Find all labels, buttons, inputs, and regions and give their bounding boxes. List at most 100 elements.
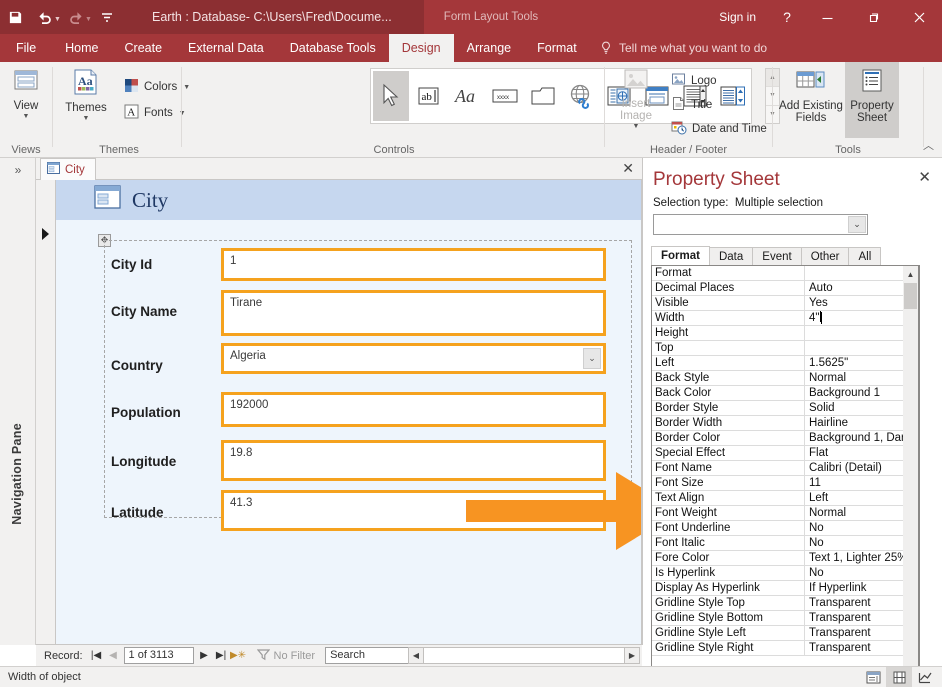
button-icon[interactable]: xxxx bbox=[487, 71, 523, 121]
select-pointer-icon[interactable] bbox=[373, 71, 409, 121]
property-value[interactable]: Left bbox=[805, 491, 919, 505]
title-button[interactable]: Title bbox=[668, 94, 715, 116]
tab-database-tools[interactable]: Database Tools bbox=[277, 34, 389, 62]
redo-dropdown-caret[interactable]: ▼ bbox=[85, 16, 92, 23]
property-row[interactable]: Text AlignLeft bbox=[652, 491, 919, 506]
property-row[interactable]: Font ItalicNo bbox=[652, 536, 919, 551]
property-value[interactable] bbox=[805, 341, 919, 355]
navigation-pane[interactable]: » Navigation Pane bbox=[0, 158, 36, 645]
property-row[interactable]: Font Size11 bbox=[652, 476, 919, 491]
property-row[interactable]: Gridline Style LeftTransparent bbox=[652, 626, 919, 641]
property-value[interactable]: Solid bbox=[805, 401, 919, 415]
property-sheet-button[interactable]: Property Sheet bbox=[845, 62, 899, 138]
ps-tab-format[interactable]: Format bbox=[651, 246, 710, 266]
field-input-longitude[interactable]: 19.8 bbox=[221, 440, 606, 481]
undo-dropdown-caret[interactable]: ▼ bbox=[54, 16, 61, 23]
horizontal-scrollbar[interactable]: ◀ ▶ bbox=[408, 647, 640, 664]
date-and-time-button[interactable]: Date and Time bbox=[668, 118, 770, 140]
design-view-icon[interactable] bbox=[912, 667, 938, 687]
property-row[interactable]: Border ColorBackground 1, Dark bbox=[652, 431, 919, 446]
property-row[interactable]: Is HyperlinkNo bbox=[652, 566, 919, 581]
scroll-right-icon[interactable]: ▶ bbox=[624, 647, 640, 664]
property-value[interactable]: No bbox=[805, 536, 919, 550]
tell-me-search[interactable]: Tell me what you want to do bbox=[600, 34, 767, 62]
property-value[interactable]: Flat bbox=[805, 446, 919, 460]
property-row[interactable]: Border WidthHairline bbox=[652, 416, 919, 431]
close-icon[interactable] bbox=[896, 0, 942, 34]
tab-external-data[interactable]: External Data bbox=[175, 34, 277, 62]
themes-button[interactable]: Aa Themes ▼ bbox=[58, 62, 114, 138]
property-row[interactable]: Gridline Style TopTransparent bbox=[652, 596, 919, 611]
sign-in-button[interactable]: Sign in bbox=[705, 0, 770, 34]
document-close-icon[interactable]: ✕ bbox=[622, 161, 634, 175]
themes-dropdown-caret[interactable]: ▼ bbox=[83, 115, 90, 122]
property-value[interactable]: If Hyperlink bbox=[805, 581, 919, 595]
property-row[interactable]: VisibleYes bbox=[652, 296, 919, 311]
property-row[interactable]: Left1.5625" bbox=[652, 356, 919, 371]
property-row[interactable]: Back ColorBackground 1 bbox=[652, 386, 919, 401]
property-row[interactable]: Font UnderlineNo bbox=[652, 521, 919, 536]
tab-create[interactable]: Create bbox=[112, 34, 176, 62]
tab-file[interactable]: File bbox=[0, 34, 52, 62]
property-value[interactable] bbox=[805, 326, 919, 340]
record-search-input[interactable]: Search bbox=[325, 647, 411, 664]
property-value[interactable]: No bbox=[805, 521, 919, 535]
restore-icon[interactable] bbox=[850, 0, 896, 34]
property-value[interactable]: Normal bbox=[805, 371, 919, 385]
property-row[interactable]: Width4" bbox=[652, 311, 919, 326]
text-box-icon[interactable]: ab bbox=[411, 71, 447, 121]
field-input-population[interactable]: 192000 bbox=[221, 392, 606, 427]
property-value[interactable]: Transparent bbox=[805, 626, 919, 640]
property-row[interactable]: Fore ColorText 1, Lighter 25% bbox=[652, 551, 919, 566]
property-value[interactable]: Transparent bbox=[805, 596, 919, 610]
property-row[interactable]: Height bbox=[652, 326, 919, 341]
ps-tab-data[interactable]: Data bbox=[709, 247, 753, 266]
property-grid[interactable]: FormatDecimal PlacesAutoVisibleYesWidth4… bbox=[651, 265, 920, 687]
previous-record-icon[interactable]: ◀ bbox=[105, 650, 122, 661]
property-row[interactable]: Display As HyperlinkIf Hyperlink bbox=[652, 581, 919, 596]
property-value[interactable]: Calibri (Detail) bbox=[805, 461, 919, 475]
property-row[interactable]: Border StyleSolid bbox=[652, 401, 919, 416]
property-scroll-thumb[interactable] bbox=[904, 283, 917, 309]
property-value[interactable]: Transparent bbox=[805, 641, 919, 655]
property-value[interactable]: Background 1 bbox=[805, 386, 919, 400]
new-record-icon[interactable]: ▶✳ bbox=[230, 650, 247, 661]
property-value[interactable] bbox=[805, 266, 919, 280]
property-value[interactable]: Text 1, Lighter 25% bbox=[805, 551, 919, 565]
chevron-double-right-icon[interactable]: » bbox=[0, 160, 36, 180]
scroll-left-icon[interactable]: ◀ bbox=[408, 647, 424, 664]
tab-design[interactable]: Design bbox=[389, 34, 454, 62]
horizontal-scroll-track[interactable] bbox=[424, 647, 624, 664]
property-row[interactable]: Decimal PlacesAuto bbox=[652, 281, 919, 296]
property-row[interactable]: Font NameCalibri (Detail) bbox=[652, 461, 919, 476]
object-selector-dropdown-icon[interactable]: ⌄ bbox=[848, 216, 866, 233]
insert-image-dropdown-caret[interactable]: ▼ bbox=[633, 123, 640, 130]
property-value[interactable]: Auto bbox=[805, 281, 919, 295]
property-value[interactable]: 11 bbox=[805, 476, 919, 490]
property-row[interactable]: Special EffectFlat bbox=[652, 446, 919, 461]
tab-format[interactable]: Format bbox=[524, 34, 590, 62]
minimize-icon[interactable] bbox=[804, 0, 850, 34]
field-input-city-name[interactable]: Tirane bbox=[221, 290, 606, 336]
view-button[interactable]: View ▼ bbox=[0, 62, 52, 138]
field-input-city-id[interactable]: 1 bbox=[221, 248, 606, 281]
property-row[interactable]: Gridline Style RightTransparent bbox=[652, 641, 919, 656]
hyperlink-icon[interactable] bbox=[563, 71, 599, 121]
ps-tab-other[interactable]: Other bbox=[801, 247, 850, 266]
form-view-icon[interactable] bbox=[860, 667, 886, 687]
ps-tab-all[interactable]: All bbox=[848, 247, 881, 266]
property-row[interactable]: Back StyleNormal bbox=[652, 371, 919, 386]
tab-home[interactable]: Home bbox=[52, 34, 111, 62]
add-existing-fields-button[interactable]: Add Existing Fields bbox=[778, 62, 844, 138]
property-value[interactable]: 4" bbox=[805, 311, 919, 325]
filter-button[interactable]: No Filter bbox=[257, 648, 316, 664]
logo-button[interactable]: Logo bbox=[668, 70, 720, 92]
tab-control-icon[interactable] bbox=[525, 71, 561, 121]
customize-qat-icon[interactable] bbox=[92, 2, 122, 32]
field-input-latitude[interactable]: 41.3 bbox=[221, 490, 606, 531]
record-position-input[interactable]: 1 of 3113 bbox=[124, 647, 194, 664]
label-icon[interactable]: Aa bbox=[449, 71, 485, 121]
fonts-button[interactable]: A Fonts ▼ bbox=[121, 102, 189, 124]
property-value[interactable]: No bbox=[805, 566, 919, 580]
country-dropdown-icon[interactable]: ⌄ bbox=[583, 348, 601, 369]
